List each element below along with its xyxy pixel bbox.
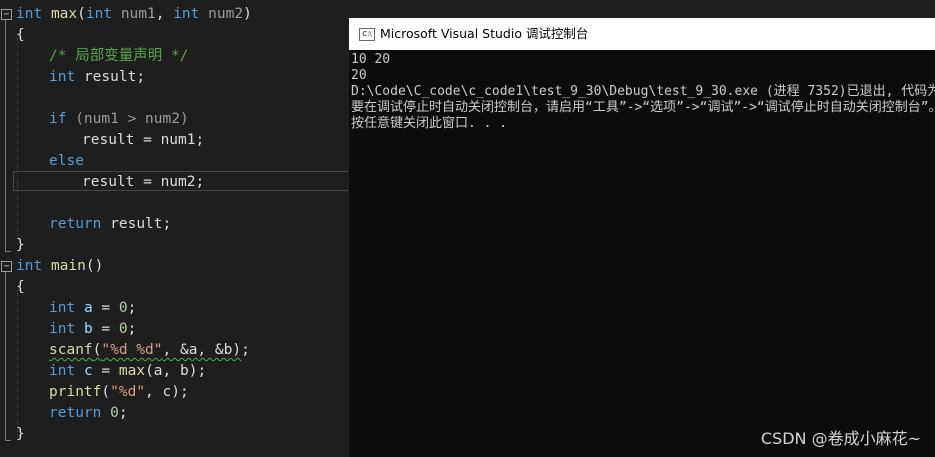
- arguments: (a, b);: [145, 363, 207, 379]
- keyword: int: [16, 258, 43, 274]
- param-name: num1: [120, 6, 156, 22]
- code-line-12: }: [16, 237, 25, 253]
- keyword: int: [173, 6, 200, 22]
- arguments: , c);: [145, 384, 189, 400]
- fold-collapse-icon[interactable]: −: [1, 261, 12, 272]
- code-comment: /* 局部变量声明 */: [49, 48, 189, 64]
- function-name: max: [118, 363, 146, 379]
- function-name: main: [50, 258, 86, 274]
- number: 0: [118, 300, 128, 316]
- code-text: (num1 > num2): [75, 111, 189, 127]
- paren: ): [243, 6, 252, 22]
- code-line-17: scanf("%d %d", &a, &b);: [49, 340, 250, 361]
- keyword: int: [49, 300, 76, 316]
- number: 0: [110, 405, 119, 421]
- string-literal: "%d %d": [101, 342, 163, 358]
- function-name: max: [50, 6, 78, 22]
- code-line-15: int a = 0;: [49, 298, 136, 319]
- code-line-1: int max(int num1, int num2): [16, 4, 252, 25]
- fold-guide-end: [5, 251, 11, 252]
- code-text: result;: [83, 69, 146, 85]
- code-line-16: int b = 0;: [49, 319, 136, 340]
- keyword: int: [16, 6, 43, 22]
- operator: =: [92, 321, 119, 337]
- keyword: int: [49, 363, 76, 379]
- semicolon: ;: [127, 300, 137, 316]
- fold-guide-end: [5, 440, 11, 441]
- console-output-line: D:\Code\C_code\c_code1\test_9_30\Debug\t…: [351, 84, 935, 99]
- fold-guide: [5, 20, 6, 251]
- csdn-watermark: CSDN @卷成小麻花~: [760, 429, 921, 448]
- code-line-19: printf("%d", c);: [49, 382, 189, 403]
- paren: (): [85, 258, 104, 274]
- variable: b: [83, 321, 93, 337]
- keyword: int: [49, 321, 76, 337]
- code-line-2: {: [16, 27, 25, 43]
- function-name: scanf: [49, 342, 93, 358]
- keyword: return: [49, 216, 102, 232]
- console-title: Microsoft Visual Studio 调试控制台: [380, 26, 589, 41]
- fold-guide: [5, 272, 6, 440]
- code-line-4: int result;: [49, 67, 145, 88]
- console-output-line: 按任意键关闭此窗口. . .: [351, 116, 508, 131]
- code-editor[interactable]: − − int max(int num1, int num2) { /* 局部变…: [0, 0, 350, 457]
- code-line-21: }: [16, 426, 25, 442]
- paren: (: [77, 6, 86, 22]
- paren: (: [101, 384, 111, 400]
- indent-guide: [17, 38, 18, 238]
- semicolon: ;: [127, 321, 137, 337]
- variable: a: [83, 300, 93, 316]
- console-app-icon: C:\: [359, 28, 375, 41]
- console-output-line: 要在调试停止时自动关闭控制台，请启用“工具”->“选项”->“调试”->“调试停…: [351, 100, 935, 115]
- keyword: if: [49, 111, 67, 127]
- indent-guide: [17, 290, 18, 440]
- code-line-7: result = num1;: [82, 132, 205, 148]
- number: 0: [118, 321, 128, 337]
- code-line-6: if (num1 > num2): [49, 109, 189, 130]
- semicolon: ;: [118, 405, 128, 421]
- keyword: int: [85, 6, 113, 22]
- operator: =: [92, 363, 119, 379]
- console-titlebar[interactable]: C:\ Microsoft Visual Studio 调试控制台: [349, 18, 935, 50]
- code-line-9: result = num2;: [82, 174, 205, 190]
- arguments: , &a, &b): [162, 342, 242, 358]
- keyword: return: [49, 405, 102, 421]
- code-line-13: int main(): [16, 256, 103, 277]
- fold-collapse-icon[interactable]: −: [1, 9, 12, 20]
- param-name: num2: [208, 6, 244, 22]
- code-line-14: {: [16, 279, 25, 295]
- code-line-8: else: [49, 153, 84, 169]
- code-line-18: int c = max(a, b);: [49, 361, 206, 382]
- variable: c: [83, 363, 93, 379]
- string-literal: "%d": [110, 384, 146, 400]
- code-line-20: return 0;: [49, 403, 128, 424]
- code-line-11: return result;: [49, 214, 171, 235]
- semicolon: ;: [241, 342, 250, 358]
- comma: ,: [155, 6, 174, 22]
- console-output-line: 20: [351, 68, 367, 83]
- code-text: result;: [110, 216, 172, 232]
- function-name: printf: [49, 384, 102, 400]
- operator: =: [92, 300, 119, 316]
- debug-console-window[interactable]: C:\ Microsoft Visual Studio 调试控制台 10 20 …: [349, 18, 935, 457]
- keyword: int: [49, 69, 76, 85]
- console-output-line: 10 20: [351, 52, 391, 67]
